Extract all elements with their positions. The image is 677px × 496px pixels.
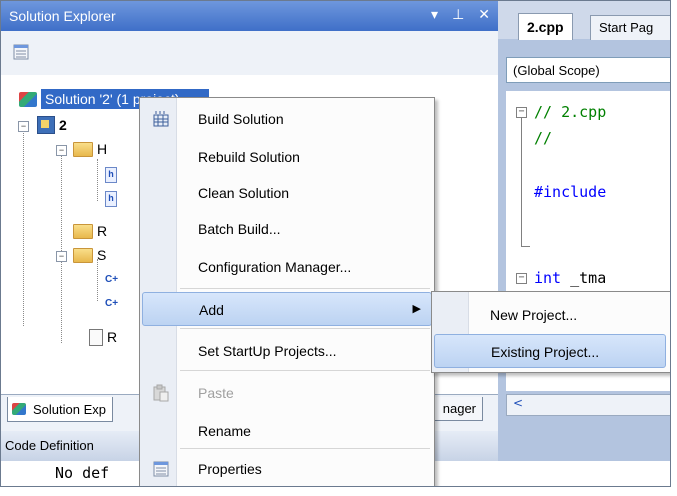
header-file-icon: h: [105, 191, 117, 207]
menu-item-label: Rename: [198, 423, 251, 439]
menu-separator: [180, 370, 430, 371]
code-line: int _tma: [534, 269, 606, 287]
fold-guide: [521, 246, 530, 247]
menu-item-label: Build Solution: [198, 111, 284, 127]
solution-icon: [12, 403, 26, 415]
menu-separator: [180, 288, 430, 289]
solution-explorer-toolbar: [1, 31, 498, 75]
tree-item-project[interactable]: 2: [37, 115, 67, 135]
tree-item-label: R: [107, 329, 118, 345]
paste-icon: [153, 384, 169, 402]
dropdown-icon[interactable]: ▾: [431, 6, 438, 23]
code-identifier: _tma: [561, 269, 607, 287]
menu-item-batch-build[interactable]: Batch Build...: [142, 212, 432, 246]
ide-window: Solution Explorer ▾ ⊥ ✕ Solution '2' (1 …: [0, 0, 671, 487]
collapse-toggle[interactable]: −: [56, 251, 67, 262]
add-submenu: New Project... Existing Project...: [431, 291, 670, 373]
menu-item-new-project[interactable]: New Project...: [434, 298, 666, 332]
code-keyword: int: [534, 269, 562, 287]
fold-toggle[interactable]: −: [516, 273, 527, 284]
collapse-toggle[interactable]: −: [18, 121, 29, 132]
code-line-text: int _tma: [534, 269, 606, 287]
menu-separator: [180, 328, 430, 329]
code-definition-text: No def: [55, 464, 110, 482]
close-icon[interactable]: ✕: [478, 6, 490, 23]
properties-icon: [153, 461, 169, 477]
header-file-icon: h: [105, 167, 117, 183]
tab-start-page[interactable]: Start Pag: [590, 15, 670, 40]
tree-item-source-file[interactable]: C+: [105, 271, 119, 291]
menu-item-label: Add: [199, 302, 224, 318]
tree-item-source-files[interactable]: S: [73, 245, 106, 265]
folder-icon: [73, 223, 93, 239]
project-label: 2: [59, 117, 67, 133]
text-file-icon: [89, 328, 103, 346]
tree-item-header-file[interactable]: h: [105, 189, 117, 209]
tree-item-label: S: [97, 247, 107, 263]
context-menu: Build Solution Rebuild Solution Clean So…: [139, 97, 435, 486]
editor-panel: Start Pag 2.cpp (Global Scope) − // 2.cp…: [498, 1, 670, 461]
tab-label: Solution Exp: [33, 401, 106, 417]
tree-connector: [23, 121, 24, 326]
tree-item-readme[interactable]: R: [89, 327, 117, 347]
editor-tabs: Start Pag 2.cpp: [498, 1, 670, 40]
fold-guide: [521, 118, 522, 246]
menu-item-label: Paste: [198, 385, 234, 401]
build-icon: [153, 111, 169, 127]
tree-item-label: H: [97, 141, 108, 157]
collapse-toggle[interactable]: −: [56, 145, 67, 156]
properties-toolbar-icon[interactable]: [13, 44, 29, 60]
fold-toggle[interactable]: −: [516, 107, 527, 118]
menu-item-paste: Paste: [142, 376, 432, 410]
menu-item-existing-project[interactable]: Existing Project...: [434, 334, 666, 368]
menu-item-label: Properties: [198, 461, 262, 477]
menu-separator: [180, 448, 430, 449]
solution-explorer-titlebar: Solution Explorer ▾ ⊥ ✕: [1, 1, 498, 31]
folder-open-icon: [73, 141, 93, 157]
tree-item-header-file[interactable]: h: [105, 165, 117, 185]
code-line: #include: [534, 183, 607, 201]
horizontal-scrollbar[interactable]: <: [506, 394, 670, 416]
tree-item-source-file[interactable]: C+: [105, 295, 119, 315]
scope-dropdown[interactable]: (Global Scope): [506, 57, 670, 83]
tab-label: nager: [442, 401, 476, 416]
cpp-file-icon: C+: [105, 298, 119, 309]
solution-icon: [19, 91, 37, 107]
tab-solution-explorer[interactable]: Solution Exp: [7, 397, 113, 422]
code-line: //: [534, 129, 553, 147]
tree-connector: [97, 259, 98, 301]
solution-explorer-title: Solution Explorer: [9, 8, 116, 24]
menu-item-label: Configuration Manager...: [198, 259, 352, 275]
scroll-left-icon[interactable]: <: [513, 396, 523, 410]
menu-item-rename[interactable]: Rename: [142, 414, 432, 448]
menu-item-label: Clean Solution: [198, 185, 290, 201]
tree-connector: [97, 159, 98, 201]
menu-item-label: Rebuild Solution: [198, 149, 300, 165]
tree-item-label: R: [97, 223, 108, 239]
menu-item-rebuild-solution[interactable]: Rebuild Solution: [142, 140, 432, 174]
folder-open-icon: [73, 247, 93, 263]
submenu-arrow-icon: ▶: [412, 303, 421, 315]
tree-item-header-files[interactable]: H: [73, 139, 107, 159]
pin-icon[interactable]: ⊥: [452, 6, 464, 23]
menu-item-configuration-manager[interactable]: Configuration Manager...: [142, 250, 432, 284]
menu-item-label: New Project...: [490, 307, 578, 323]
menu-item-properties[interactable]: Properties: [142, 452, 432, 486]
menu-item-clean-solution[interactable]: Clean Solution: [142, 176, 432, 210]
menu-item-label: Set StartUp Projects...: [198, 343, 337, 359]
tree-connector: [61, 145, 62, 343]
code-definition-title: Code Definition: [5, 438, 94, 453]
menu-item-build-solution[interactable]: Build Solution: [142, 102, 432, 136]
menu-item-set-startup-projects[interactable]: Set StartUp Projects...: [142, 334, 432, 368]
project-icon: [37, 116, 55, 134]
code-line: // 2.cpp: [534, 103, 607, 121]
tab-2-cpp[interactable]: 2.cpp: [518, 13, 573, 40]
cpp-file-icon: C+: [105, 274, 119, 285]
menu-item-add[interactable]: Add ▶: [142, 292, 432, 326]
tree-item-resource-files[interactable]: R: [73, 221, 107, 241]
menu-item-label: Batch Build...: [198, 221, 281, 237]
menu-item-label: Existing Project...: [491, 344, 600, 360]
